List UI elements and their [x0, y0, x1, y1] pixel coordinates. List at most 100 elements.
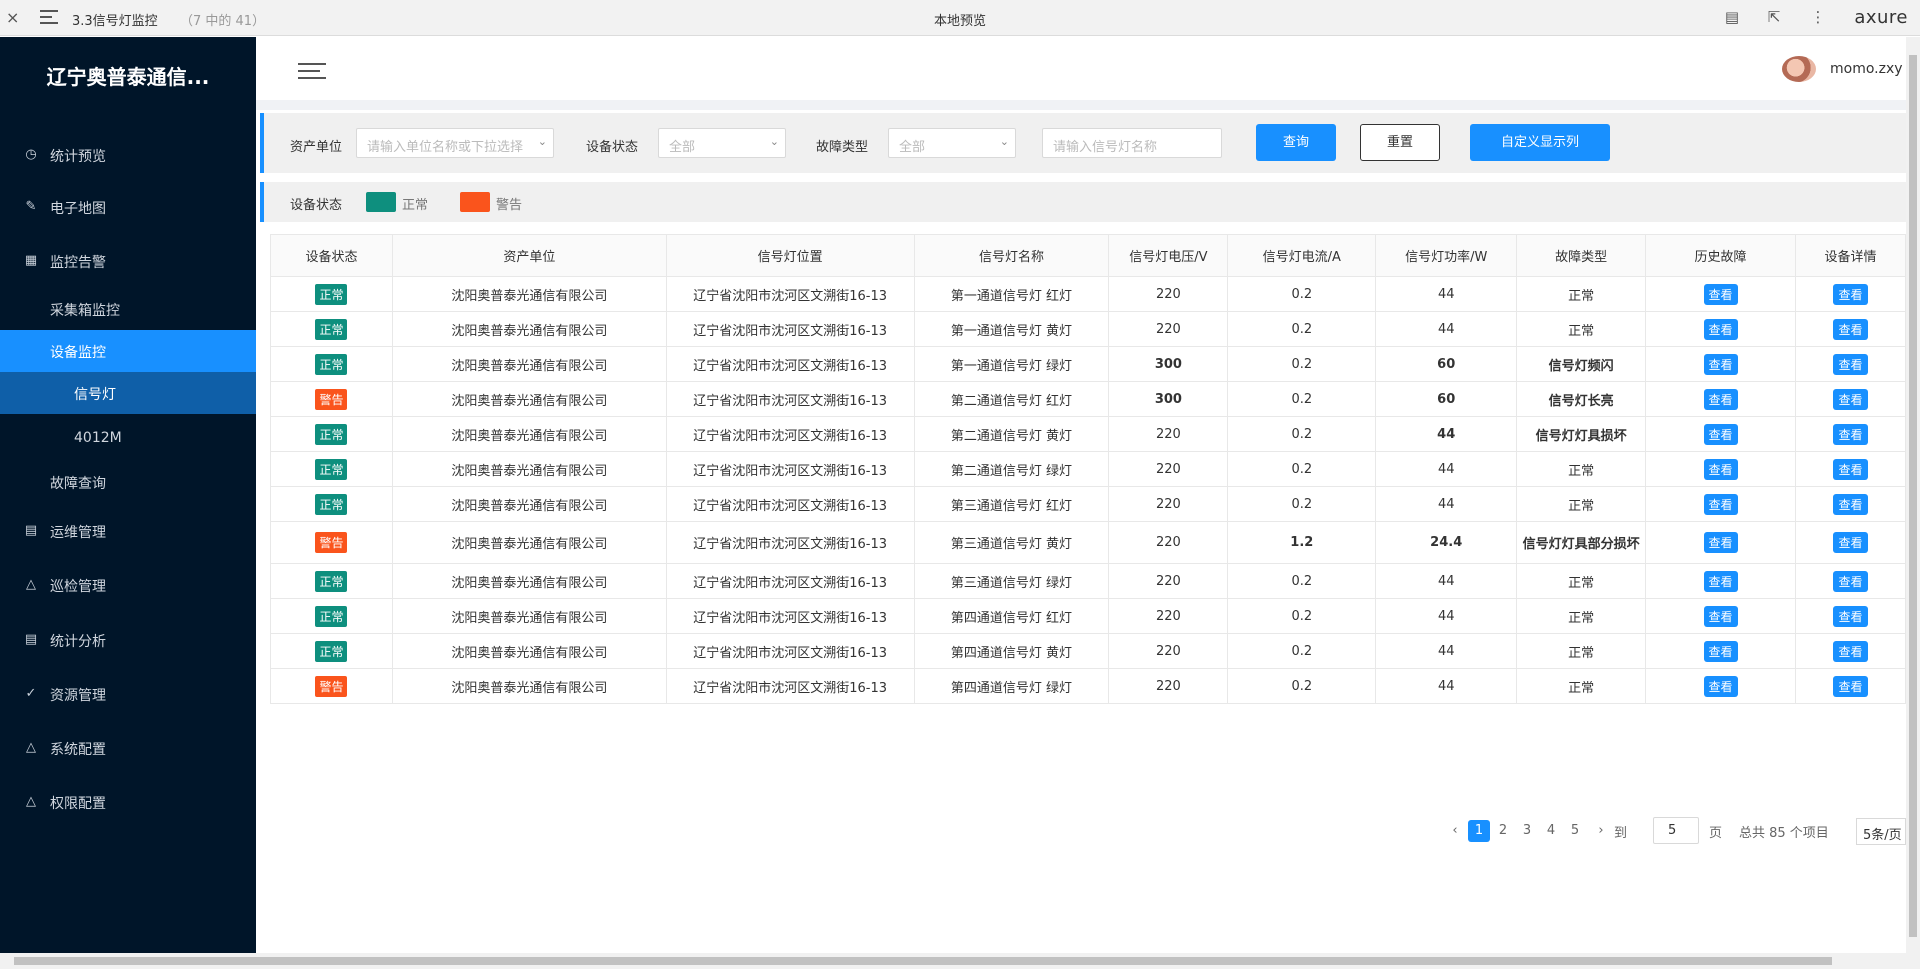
fault-select[interactable]: 全部 ⌄ — [888, 128, 1016, 158]
nav-item-monitor-alarm[interactable]: ▦ 监控告警 — [0, 241, 256, 281]
reset-button[interactable]: 重置 — [1360, 124, 1440, 161]
current-cell: 1.2 — [1227, 521, 1377, 564]
nav-item-analysis[interactable]: ▤ 统计分析 — [0, 620, 256, 660]
page-button-1[interactable]: 1 — [1468, 820, 1490, 842]
detail-view-button[interactable]: 查看 — [1833, 423, 1868, 445]
history-view-button[interactable]: 查看 — [1703, 493, 1738, 515]
history-view-button[interactable]: 查看 — [1703, 458, 1738, 480]
nav-item-map[interactable]: ✎ 电子地图 — [0, 187, 256, 227]
nav-item-permission[interactable]: △ 权限配置 — [0, 782, 256, 822]
notes-icon[interactable]: ▤ — [1722, 8, 1742, 28]
power-cell: 44 — [1375, 311, 1518, 347]
table-row: 警告 沈阳奥普泰光通信有限公司 辽宁省沈阳市沈河区文溯街16-13 第三通道信号… — [270, 521, 1907, 564]
name-cell: 第三通道信号灯 黄灯 — [914, 521, 1110, 564]
page-title[interactable]: 3.3信号灯监控 — [72, 10, 158, 29]
name-cell: 第二通道信号灯 黄灯 — [914, 416, 1110, 452]
username[interactable]: momo.zxy — [1830, 61, 1903, 77]
status-badge: 警告 — [315, 532, 348, 553]
history-view-button[interactable]: 查看 — [1703, 640, 1738, 662]
status-badge: 正常 — [315, 353, 348, 375]
nav-item-inspection[interactable]: △ 巡检管理 — [0, 565, 256, 605]
detail-view-button[interactable]: 查看 — [1833, 283, 1868, 305]
voltage-cell: 220 — [1108, 311, 1229, 347]
nav-sub-device-monitor[interactable]: 设备监控 — [0, 330, 256, 372]
detail-view-button[interactable]: 查看 — [1833, 640, 1868, 662]
nav-item-system-config[interactable]: △ 系统配置 — [0, 728, 256, 768]
document-icon: ▤ — [24, 632, 38, 647]
query-button[interactable]: 查询 — [1256, 124, 1336, 161]
voltage-cell: 220 — [1108, 486, 1229, 522]
legend-normal-label: 正常 — [402, 198, 429, 213]
horizontal-scrollbar[interactable] — [0, 953, 1920, 969]
history-view-button[interactable]: 查看 — [1703, 283, 1738, 305]
divider — [256, 100, 1906, 110]
avatar[interactable] — [1782, 56, 1816, 82]
custom-columns-button[interactable]: 自定义显示列 — [1470, 124, 1610, 161]
nav-item-resources[interactable]: ✓ 资源管理 — [0, 674, 256, 714]
location-cell: 辽宁省沈阳市沈河区文溯街16-13 — [666, 668, 915, 704]
current-cell: 0.2 — [1227, 563, 1377, 599]
page-button-2[interactable]: 2 — [1492, 820, 1514, 842]
more-icon[interactable]: ⋮ — [1808, 8, 1828, 28]
voltage-cell: 220 — [1108, 276, 1229, 312]
location-cell: 辽宁省沈阳市沈河区文溯街16-13 — [666, 598, 915, 634]
page-button-3[interactable]: 3 — [1516, 820, 1538, 842]
collapse-menu-icon[interactable] — [298, 63, 326, 79]
nav-item-ops[interactable]: ▤ 运维管理 — [0, 511, 256, 551]
scroll-thumb[interactable] — [1909, 55, 1917, 937]
detail-view-button[interactable]: 查看 — [1833, 675, 1868, 697]
power-cell: 44 — [1375, 668, 1518, 704]
status-label: 设备状态 — [586, 140, 639, 155]
status-badge: 正常 — [315, 640, 348, 662]
history-view-button[interactable]: 查看 — [1703, 570, 1738, 592]
next-page-button[interactable]: › — [1590, 820, 1612, 842]
page-menu-icon[interactable] — [40, 10, 58, 24]
nav-sub-collector[interactable]: 采集箱监控 — [0, 288, 256, 330]
status-badge: 警告 — [315, 675, 348, 697]
unit-cell: 沈阳奥普泰光通信有限公司 — [392, 563, 667, 599]
history-view-button[interactable]: 查看 — [1703, 318, 1738, 340]
nav-label: 设备监控 — [50, 345, 106, 361]
detail-view-button[interactable]: 查看 — [1833, 532, 1868, 553]
current-cell: 0.2 — [1227, 598, 1377, 634]
vertical-scrollbar[interactable] — [1906, 37, 1920, 953]
fault-cell: 正常 — [1516, 451, 1647, 487]
voltage-cell: 220 — [1108, 451, 1229, 487]
history-view-button[interactable]: 查看 — [1703, 353, 1738, 375]
current-cell: 0.2 — [1227, 416, 1377, 452]
status-select[interactable]: 全部 ⌄ — [658, 128, 786, 158]
history-view-button[interactable]: 查看 — [1703, 605, 1738, 627]
page-button-4[interactable]: 4 — [1540, 820, 1562, 842]
prev-page-button[interactable]: ‹ — [1444, 820, 1466, 842]
nav-sub-fault-query[interactable]: 故障查询 — [0, 461, 256, 503]
unit-cell: 沈阳奥普泰光通信有限公司 — [392, 598, 667, 634]
nav-label: 运维管理 — [50, 525, 106, 541]
dashboard-icon: ◷ — [25, 147, 37, 162]
detail-view-button[interactable]: 查看 — [1833, 493, 1868, 515]
name-cell: 第一通道信号灯 红灯 — [914, 276, 1110, 312]
detail-view-button[interactable]: 查看 — [1833, 388, 1868, 410]
current-cell: 0.2 — [1227, 451, 1377, 487]
unit-select[interactable]: 请输入单位名称或下拉选择 ⌄ — [356, 128, 554, 158]
name-input[interactable]: 请输入信号灯名称 — [1042, 128, 1222, 158]
nav-sub-signal-light[interactable]: 信号灯 — [0, 372, 256, 414]
close-icon[interactable]: × — [6, 8, 19, 27]
page-size-select[interactable]: 5条/页 — [1856, 818, 1906, 845]
page-jump-value: 5 — [1668, 823, 1677, 838]
history-view-button[interactable]: 查看 — [1703, 532, 1738, 553]
history-view-button[interactable]: 查看 — [1703, 388, 1738, 410]
detail-view-button[interactable]: 查看 — [1833, 318, 1868, 340]
detail-view-button[interactable]: 查看 — [1833, 353, 1868, 375]
history-view-button[interactable]: 查看 — [1703, 675, 1738, 697]
page-button-5[interactable]: 5 — [1564, 820, 1586, 842]
nav-sub-4012m[interactable]: 4012M — [0, 418, 256, 460]
document-icon: ▤ — [24, 523, 38, 538]
history-view-button[interactable]: 查看 — [1703, 423, 1738, 445]
page-jump-input[interactable]: 5 — [1653, 817, 1699, 844]
detail-view-button[interactable]: 查看 — [1833, 458, 1868, 480]
nav-item-stats-preview[interactable]: ◷ 统计预览 — [0, 135, 256, 175]
share-icon[interactable]: ⇱ — [1764, 8, 1784, 28]
scroll-thumb[interactable] — [14, 957, 1832, 965]
detail-view-button[interactable]: 查看 — [1833, 570, 1868, 592]
detail-view-button[interactable]: 查看 — [1833, 605, 1868, 627]
